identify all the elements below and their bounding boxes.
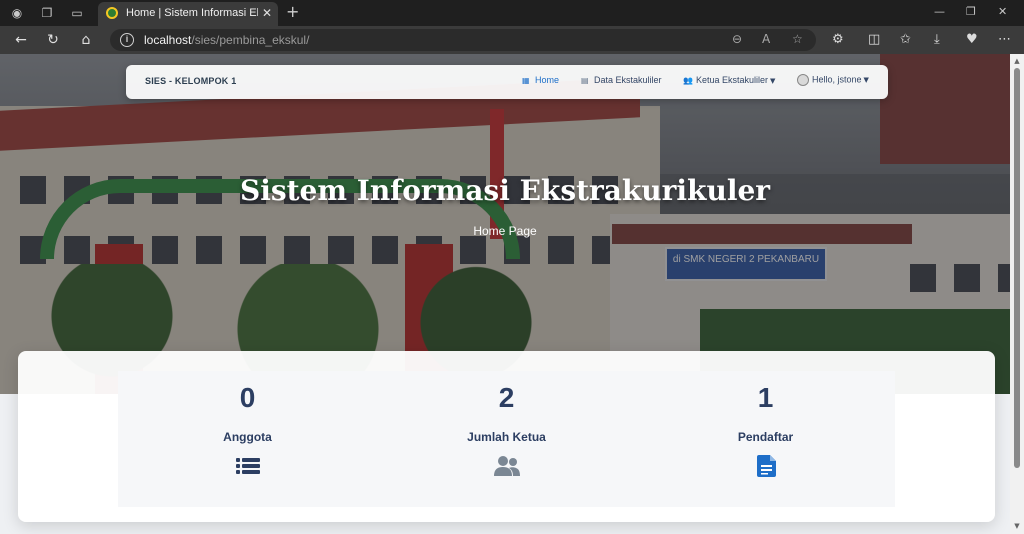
- stat-label: Pendaftar: [737, 430, 794, 444]
- favorite-star-icon[interactable]: ☆: [792, 32, 803, 46]
- stat-label: Anggota: [223, 430, 272, 444]
- stat-value: 2: [498, 382, 515, 413]
- nav-data-label: Data Ekstakuliler: [594, 75, 662, 85]
- page-viewport: di SMK NEGERI 2 PEKANBARU Sistem Informa…: [0, 54, 1010, 534]
- scroll-down-icon[interactable]: ▼: [1012, 522, 1022, 530]
- extensions-icon[interactable]: ⚙: [832, 32, 844, 47]
- hero-section: di SMK NEGERI 2 PEKANBARU Sistem Informa…: [0, 54, 1010, 394]
- avatar: [797, 74, 809, 86]
- top-navbar: SIES - KELOMPOK 1 ▦ Home ▤ Data Ekstakulil…: [126, 65, 888, 99]
- browser-tab[interactable]: Home | Sistem Informasi Ekstrakurikuler …: [98, 2, 278, 26]
- hero-subtitle: Home Page: [473, 224, 537, 238]
- workspaces-icon[interactable]: ❐: [38, 4, 56, 22]
- url-text: localhost/sies/pembina_ekskul/: [144, 33, 309, 47]
- url-path: /sies/pembina_ekskul/: [191, 33, 310, 47]
- back-icon[interactable]: ←: [12, 31, 30, 49]
- nav-user-label: Hello, jstone: [812, 74, 862, 85]
- nav-home-label: Home: [535, 75, 560, 85]
- read-aloud-icon[interactable]: A: [762, 32, 770, 46]
- stat-anggota: 0 Anggota: [118, 371, 377, 507]
- close-window-icon[interactable]: ✕: [998, 5, 1007, 18]
- site-favicon-icon: [106, 7, 118, 19]
- chevron-down-icon: ▼: [770, 77, 776, 85]
- document-icon: [757, 455, 776, 477]
- split-screen-icon[interactable]: ◫: [868, 32, 880, 47]
- new-tab-icon[interactable]: +: [286, 2, 299, 21]
- hero-title: Sistem Informasi Ekstrakurikuler: [239, 174, 771, 207]
- address-toolbar: ← ↻ ⌂ i localhost/sies/pembina_ekskul/ ⊖…: [0, 26, 1024, 54]
- list-icon: [236, 458, 260, 474]
- zoom-icon[interactable]: ⊖: [732, 32, 742, 46]
- tab-title: Home | Sistem Informasi Ekstrakurikuler: [126, 7, 258, 19]
- stat-value: 1: [757, 382, 774, 413]
- users-icon: 👥: [683, 76, 693, 85]
- downloads-icon[interactable]: ⤓: [934, 32, 940, 47]
- nav-user-menu[interactable]: Hello, jstone ▼: [797, 74, 869, 86]
- page-scrollbar[interactable]: ▲ ▼: [1010, 54, 1024, 534]
- stat-label: Jumlah Ketua: [467, 430, 546, 444]
- scroll-up-icon[interactable]: ▲: [1012, 57, 1022, 65]
- dashboard-icon: ▦: [522, 76, 530, 85]
- nav-ketua-label: Ketua Ekstakuliler: [696, 75, 769, 85]
- site-info-icon[interactable]: i: [120, 33, 134, 47]
- favorites-icon[interactable]: ✩: [900, 32, 911, 47]
- close-tab-icon[interactable]: ✕: [262, 6, 272, 20]
- url-host: localhost: [144, 33, 192, 47]
- users-icon: [494, 456, 520, 476]
- nav-data-ekstakuliler[interactable]: ▤ Data Ekstakuliler: [581, 75, 662, 85]
- chevron-down-icon: ▼: [863, 76, 869, 85]
- more-menu-icon[interactable]: ⋯: [998, 32, 1011, 47]
- stat-value: 0: [239, 382, 256, 413]
- restore-icon[interactable]: ❐: [966, 5, 976, 18]
- minimize-icon[interactable]: —: [934, 5, 945, 18]
- tab-actions-icon[interactable]: ▭: [68, 4, 86, 22]
- nav-ketua-ekstakuliler[interactable]: 👥 Ketua Ekstakuliler ▼: [683, 75, 775, 85]
- address-bar[interactable]: i localhost/sies/pembina_ekskul/ ⊖ A ☆: [110, 29, 816, 51]
- profile-icon[interactable]: ◉: [8, 4, 26, 22]
- home-icon[interactable]: ⌂: [77, 31, 95, 49]
- navbar-brand[interactable]: SIES - KELOMPOK 1: [145, 76, 236, 86]
- scrollbar-thumb[interactable]: [1014, 68, 1020, 468]
- stat-pendaftar: 1 Pendaftar: [636, 371, 895, 507]
- stats-card: 0 Anggota 2 Jumlah Ketua 1 Pendaftar: [18, 351, 995, 522]
- browser-essentials-icon[interactable]: ♥: [966, 32, 978, 47]
- browser-tab-bar: ◉ ❐ ▭ Home | Sistem Informasi Ekstrakuri…: [0, 0, 1024, 26]
- file-icon: ▤: [581, 76, 589, 85]
- nav-home[interactable]: ▦ Home: [522, 75, 559, 85]
- stats-row: 0 Anggota 2 Jumlah Ketua 1 Pendaftar: [118, 371, 895, 507]
- refresh-icon[interactable]: ↻: [44, 31, 62, 49]
- stat-jumlah-ketua: 2 Jumlah Ketua: [377, 371, 636, 507]
